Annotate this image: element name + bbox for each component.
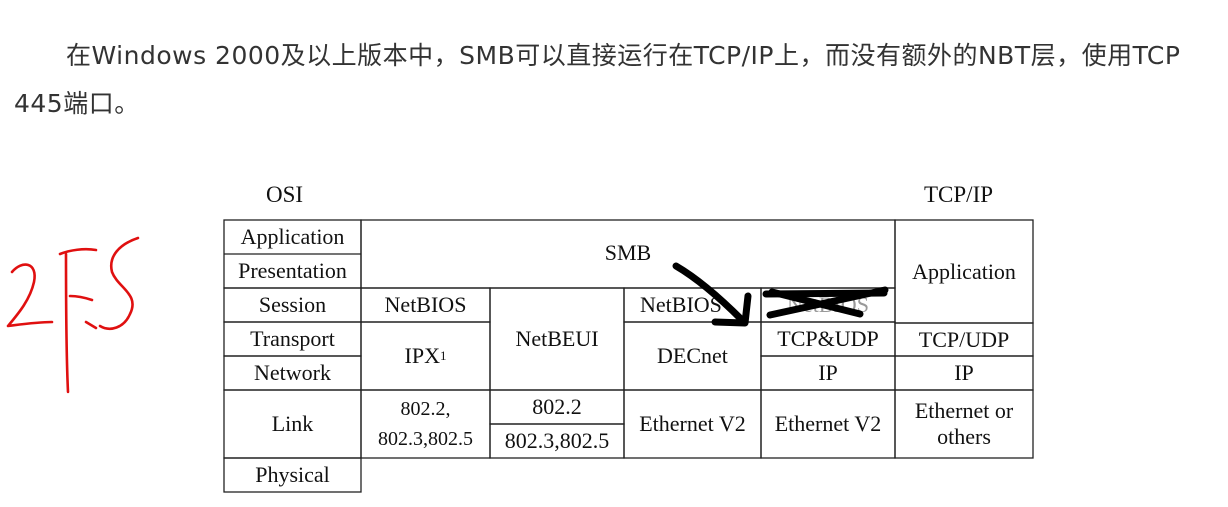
note-char-f-bar — [68, 294, 94, 302]
note-char-f-stem — [64, 252, 70, 394]
note-char-f-tick — [84, 320, 98, 330]
handwritten-note — [6, 236, 140, 394]
note-char-2 — [6, 263, 54, 328]
note-char-s — [98, 236, 140, 330]
osi-tcpip-diagram: OSI TCP/IP Application Presentation Sess… — [0, 0, 1228, 507]
